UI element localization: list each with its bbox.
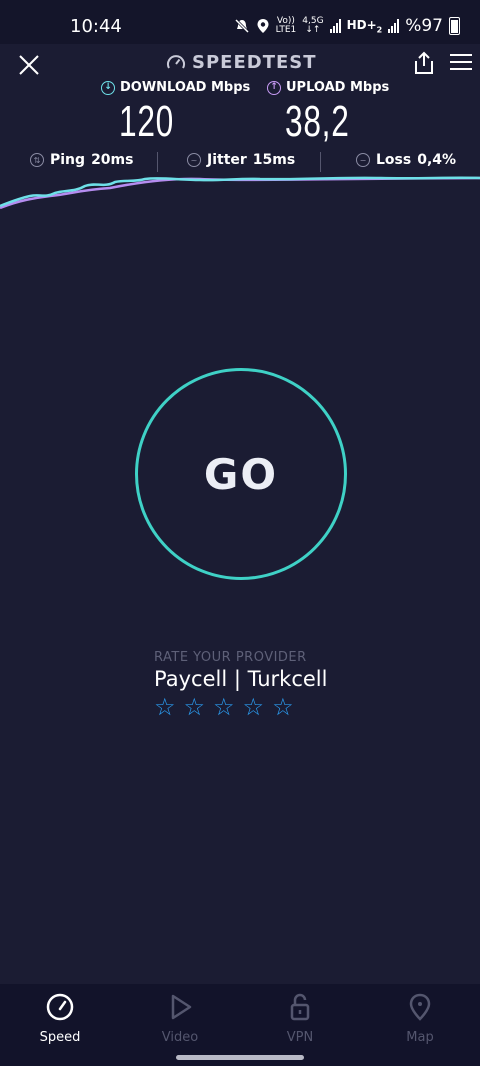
star-icon[interactable]: ☆ [213,695,235,719]
provider-name: Paycell | Turkcell [154,667,328,691]
lock-icon [290,993,310,1021]
nav-vpn[interactable]: VPN [260,992,340,1045]
upload-label: ↑ UPLOAD Mbps [267,80,389,95]
battery-icon [449,17,460,35]
upload-arrow-icon: ↑ [267,80,281,95]
speedometer-icon [46,993,74,1021]
nav-video[interactable]: Video [140,992,220,1045]
ping-label: Ping [50,152,86,168]
battery-level: %97 [405,16,443,36]
close-icon[interactable] [16,52,42,78]
jitter-icon: ~ [187,153,201,167]
loss-value: 0,4% [417,152,457,168]
speed-graph [0,176,480,210]
ping-stat: ⇅ Ping 20ms [30,152,133,168]
nav-map-label: Map [406,1030,434,1045]
share-icon[interactable] [412,50,436,76]
app-title: SPEEDTEST [192,52,317,73]
jitter-value: 15ms [252,152,296,168]
jitter-stat: ~ Jitter 15ms [187,152,295,168]
rating-stars: ☆ ☆ ☆ ☆ ☆ [154,695,414,719]
star-icon[interactable]: ☆ [243,695,265,719]
volte-indicator: Vo)) LTE1 [276,17,297,35]
hd-indicator: HD+2 [347,18,383,34]
star-icon[interactable]: ☆ [154,695,176,719]
go-button[interactable]: GO [135,368,347,580]
go-label: GO [203,449,279,499]
home-indicator[interactable] [176,1055,304,1060]
app-header: SPEEDTEST [0,44,480,84]
nav-video-label: Video [161,1030,199,1045]
jitter-label: Jitter [207,152,247,168]
signal-icon [329,19,341,33]
star-icon[interactable]: ☆ [272,695,294,719]
ping-icon: ⇅ [30,153,44,167]
download-arrow-icon: ↓ [101,80,115,95]
network-type: 4,5G ↓↑ [302,17,323,35]
nav-speed[interactable]: Speed [20,992,100,1045]
rate-provider: RATE YOUR PROVIDER Paycell | Turkcell ☆ … [154,650,414,719]
signal-icon-2 [388,19,400,33]
download-value: 120 [119,97,175,146]
loss-stat: − Loss 0,4% [356,152,456,168]
upload-graph-line [0,176,480,210]
lte-label: LTE1 [275,25,297,35]
nav-speed-label: Speed [39,1030,81,1045]
status-time: 10:44 [70,16,122,37]
upload-value: 38,2 [285,97,350,146]
data-arrows-icon: ↓↑ [305,25,321,35]
loss-icon: − [356,153,370,167]
status-bar: 10:44 Vo)) LTE1 4,5G ↓↑ HD+2 %97 [0,0,480,44]
mute-icon [234,18,249,34]
menu-icon[interactable] [450,54,472,72]
status-icons: Vo)) LTE1 4,5G ↓↑ HD+2 %97 [234,14,460,38]
ping-value: 20ms [91,152,134,168]
nav-map[interactable]: Map [380,992,460,1045]
bottom-nav: Speed Video VPN Map [0,984,480,1066]
play-icon [171,994,192,1020]
speedtest-logo: SPEEDTEST [166,52,317,73]
star-icon[interactable]: ☆ [184,695,206,719]
loss-label: Loss [376,152,412,168]
download-label-text: DOWNLOAD Mbps [120,80,251,95]
metric-labels: ↓ DOWNLOAD Mbps ↑ UPLOAD Mbps [0,80,480,100]
map-pin-icon [409,993,431,1021]
rate-caption: RATE YOUR PROVIDER [154,650,307,665]
location-icon [257,19,269,33]
upload-label-text: UPLOAD Mbps [286,80,390,95]
download-label: ↓ DOWNLOAD Mbps [101,80,250,95]
speedometer-icon [167,54,185,68]
hd-label: HD+ [346,17,377,32]
hd-sub-label: 2 [376,25,383,35]
nav-vpn-label: VPN [286,1030,314,1045]
